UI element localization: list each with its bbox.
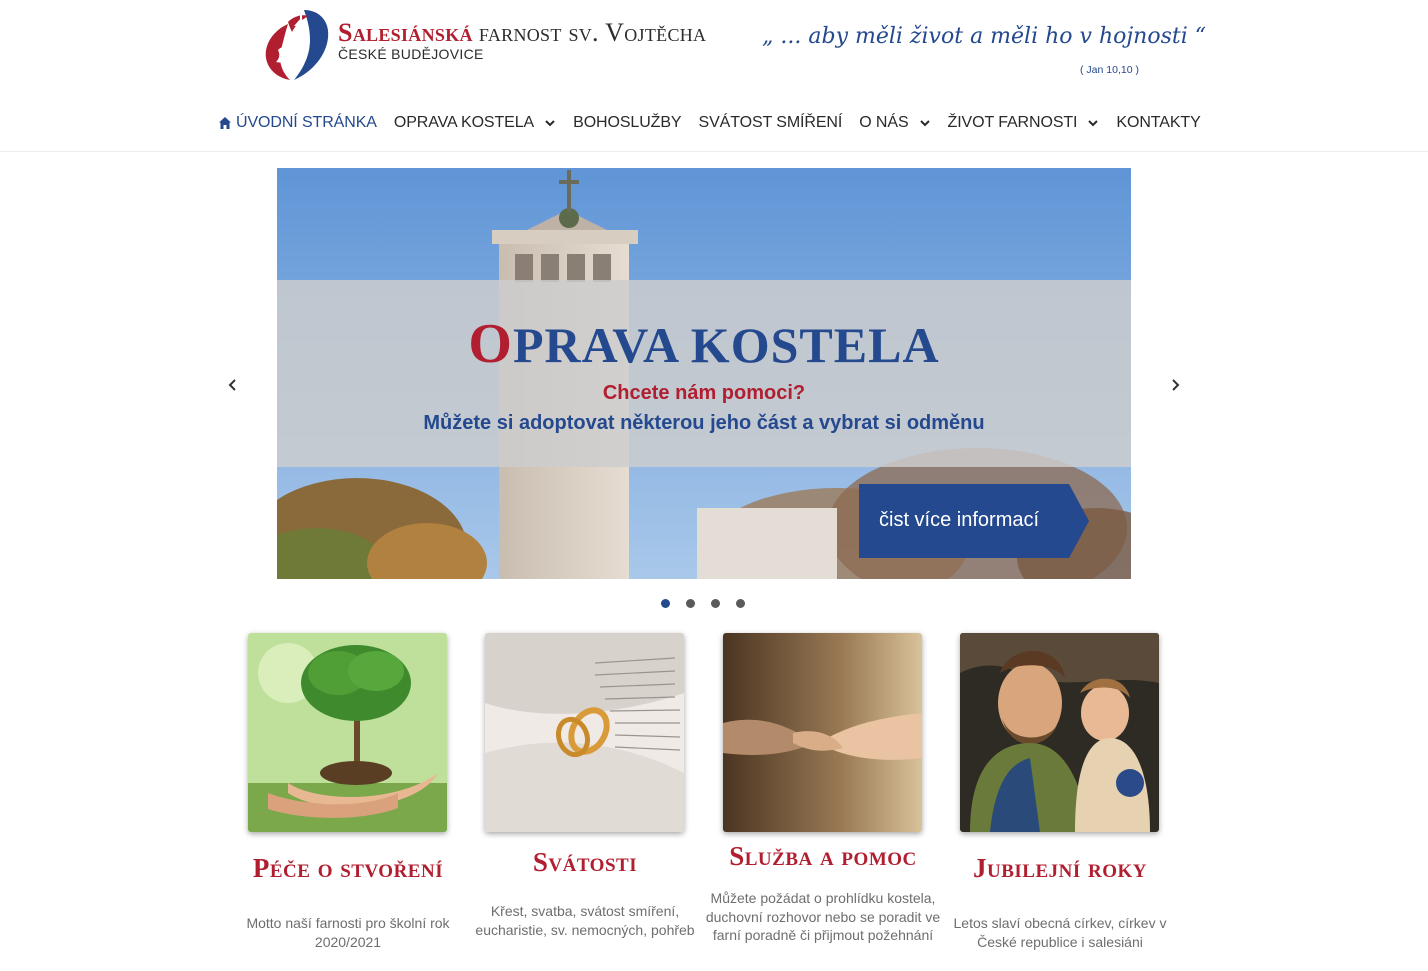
read-more-label: čist více informací [879,509,1040,531]
site-subtitle: ČESKÉ BUDĚJOVICE [338,46,484,62]
chevron-down-icon [919,120,930,127]
card-description: Letos slaví obecná církev, církev v Česk… [953,915,1167,950]
read-more-button[interactable]: čist více informací [859,484,1089,558]
nav-item-svatost-smireni[interactable]: SVÁTOST SMÍŘENÍ [699,114,843,132]
nav-item-o-nas[interactable]: O NÁS [859,114,930,132]
nav-item-label: SVÁTOST SMÍŘENÍ [698,114,843,131]
card-title[interactable]: Svátosti [466,847,704,878]
card-title[interactable]: Jubilejní roky [941,853,1179,884]
slide-title-initial: O [468,313,513,375]
slider-dot[interactable] [686,599,695,608]
chevron-down-icon [545,120,555,127]
card-image-tree-in-hands[interactable] [248,633,447,832]
card-description: Křest, svatba, svátost smíření, eucharis… [475,903,695,938]
site-title[interactable]: Salesiánská farnost sv. Vojtěcha [338,18,706,48]
slider-dot[interactable] [736,599,745,608]
nav-item-label: BOHOSLUŽBY [573,114,682,131]
chevron-down-icon [1088,120,1099,127]
motto-quote: „ ... aby měli život a měli ho v hojnost… [762,24,1207,49]
nav-item-label: OPRAVA KOSTELA [393,114,535,131]
slide-subtitle: Můžete si adoptovat některou jeho část a… [423,412,985,434]
main-navigation: ÚVODNÍ STRÁNKA OPRAVA KOSTELA BOHOSLUŽBY… [218,108,1218,138]
card-description: Motto naší farnosti pro školní rok 2020/… [246,915,450,950]
card-image-rings-on-book[interactable] [485,633,684,832]
site-title-primary: Salesiánská [338,18,473,47]
hero-slider[interactable]: OPRAVA KOSTELA Chcete nám pomoci? Můžete… [277,168,1131,579]
card-image-st-joseph-statue[interactable] [960,633,1159,832]
nav-item-label: O NÁS [859,114,909,131]
slide-banner: OPRAVA KOSTELA Chcete nám pomoci? Můžete… [277,280,1131,467]
site-header: Salesiánská farnost sv. Vojtěcha ČESKÉ B… [0,0,1428,152]
slider-dot[interactable] [661,599,670,608]
parish-logo-icon[interactable] [258,6,336,82]
nav-item-kontakty[interactable]: KONTAKTY [1116,114,1200,132]
nav-item-label: KONTAKTY [1116,114,1201,131]
card-title[interactable]: Služba a pomoc [704,841,942,872]
slide-title-rest: PRAVA KOSTELA [512,317,940,373]
nav-item-label: ŽIVOT FARNOSTI [947,114,1078,131]
nav-item-bohosluzby[interactable]: BOHOSLUŽBY [573,114,681,132]
motto-reference: ( Jan 10,10 ) [1080,64,1139,76]
nav-item-home[interactable]: ÚVODNÍ STRÁNKA [218,114,377,132]
home-icon [219,116,231,129]
slider-pagination [661,599,761,608]
card-image-holding-hands[interactable] [723,633,922,832]
card-description: Můžete požádat o prohlídku kostela, duch… [705,890,941,943]
site-title-secondary: farnost sv. Vojtěcha [478,18,707,47]
nav-item-oprava-kostela[interactable]: OPRAVA KOSTELA [394,114,556,132]
slide-title: OPRAVA KOSTELA [277,312,1131,376]
slide-question: Chcete nám pomoci? [602,382,806,404]
card-title[interactable]: Péče o stvoření [229,853,467,884]
slider-dot[interactable] [711,599,720,608]
slider-prev-arrow-icon[interactable] [225,376,241,394]
slider-next-arrow-icon[interactable] [1167,376,1183,394]
nav-item-zivot-farnosti[interactable]: ŽIVOT FARNOSTI [948,114,1100,132]
nav-item-label: ÚVODNÍ STRÁNKA [236,114,377,131]
